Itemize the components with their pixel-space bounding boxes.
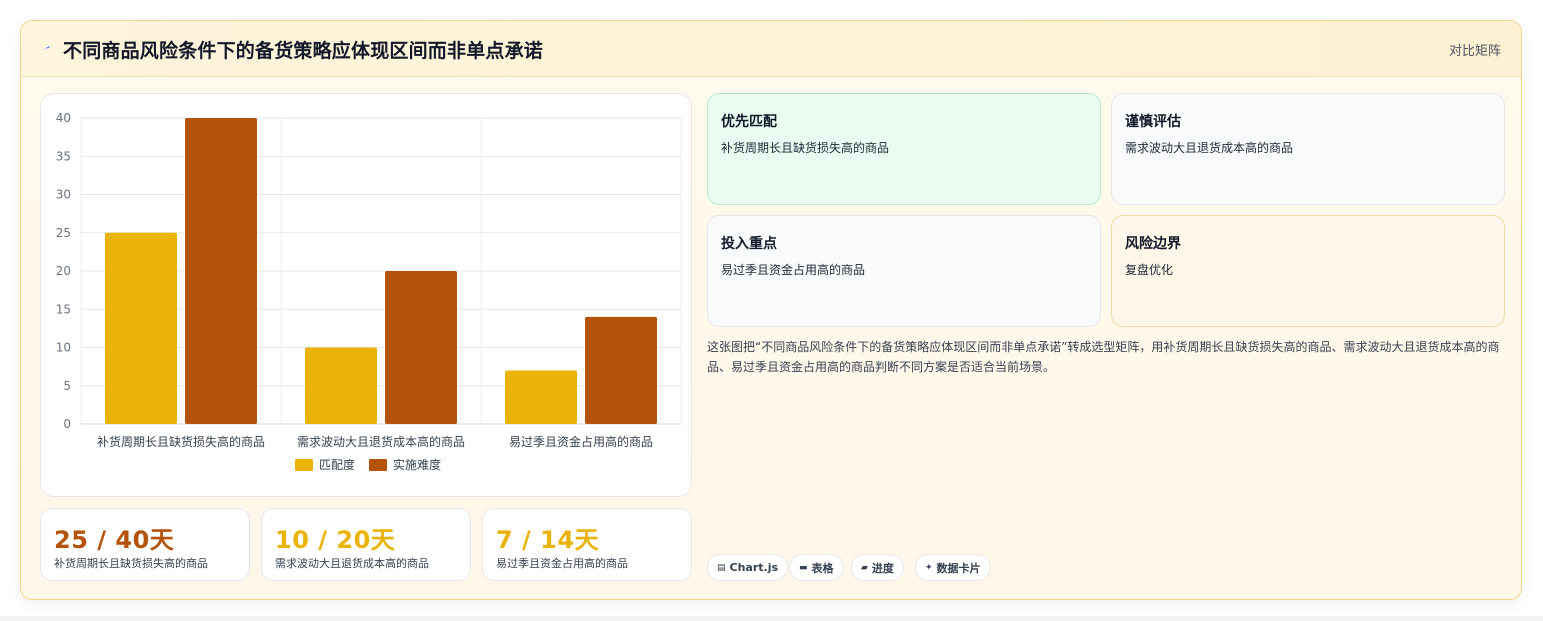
tag-data-card[interactable]: ✦ 数据卡片 [915,554,991,581]
quadrant-risk-boundary[interactable]: 风险边界 复盘优化 [1111,215,1505,327]
page-bottom-strip [0,616,1543,621]
quadrant-title: 优先匹配 [721,114,777,130]
tag-label: 进度 [871,561,894,575]
stat-label-3: 易过季且资金占用高的商品 [496,557,628,570]
legend-swatch [369,459,387,471]
bar [385,271,457,424]
y-tick-label: 10 [56,341,71,355]
y-tick-label: 30 [56,188,71,202]
y-tick-label: 0 [63,417,71,431]
x-tick-label: 需求波动大且退货成本高的商品 [297,434,465,449]
stat-value-1: 25 / 40天 [54,526,175,554]
quadrant-title: 风险边界 [1125,236,1181,252]
bar [105,232,177,424]
comparison-panel: 不同商品风险条件下的备货策略应体现区间而非单点承诺 对比矩阵 0 5 10 15 20 2… [20,20,1522,600]
quadrant-desc: 需求波动大且退货成本高的商品 [1125,141,1294,155]
y-tick-label: 20 [56,264,71,278]
sparkle-icon: ✦ [925,562,933,573]
tag-label: 表格 [811,561,834,575]
stat-card-2: 10 / 20天 需求波动大且退货成本高的商品 [261,508,471,581]
panel-header: 不同商品风险条件下的备货策略应体现区间而非单点承诺 对比矩阵 [21,21,1521,77]
y-tick-label: 25 [56,226,71,240]
x-tick-label: 易过季且资金占用高的商品 [509,434,653,449]
bar [185,118,257,424]
stat-label-1: 补货周期长且缺货损失高的商品 [54,557,208,570]
x-tick-label: 补货周期长且缺货损失高的商品 [97,434,265,449]
y-tick-label: 15 [56,302,71,316]
chart-icon: ▤ [717,562,726,573]
table-icon: ▬ [799,562,808,573]
stat-value-2: 10 / 20天 [275,526,396,554]
compare-matrix-link[interactable]: 对比矩阵 [1449,40,1501,59]
stat-card-3: 7 / 14天 易过季且资金占用高的商品 [482,508,692,581]
tag-label: 数据卡片 [936,561,981,575]
y-tick-label: 5 [63,379,71,393]
quadrant-title: 谨慎评估 [1125,114,1181,130]
progress-icon: ▰ [861,562,868,573]
legend-swatch [295,459,313,471]
y-tick-label: 40 [56,111,71,125]
bar [505,370,577,424]
legend-label: 匹配度 [319,457,355,472]
stat-card-1: 25 / 40天 补货周期长且缺货损失高的商品 [40,508,250,581]
legend-label: 实施难度 [393,457,441,472]
quadrant-desc: 易过季且资金占用高的商品 [721,263,866,277]
summary-text: 这张图把“不同商品风险条件下的备货策略应体现区间而非单点承诺”转成选型矩阵，用补… [707,340,1500,374]
y-tick-label: 35 [56,149,71,163]
stat-label-2: 需求波动大且退货成本高的商品 [275,557,429,570]
quadrant-investment-focus[interactable]: 投入重点 易过季且资金占用高的商品 [707,215,1101,327]
lightning-icon [42,44,54,51]
quadrant-priority-match[interactable]: 优先匹配 补货周期长且缺货损失高的商品 [707,93,1101,205]
tag-chartjs[interactable]: ▤ Chart.js [707,554,789,581]
quadrant-desc: 复盘优化 [1125,263,1174,277]
bar [585,316,657,424]
page-title: 不同商品风险条件下的备货策略应体现区间而非单点承诺 [63,40,544,62]
tag-table[interactable]: ▬ 表格 [789,554,844,581]
quadrant-title: 投入重点 [721,236,777,252]
bar-chart-card: 0 5 10 15 20 25 30 35 40 补货周期长且缺货损失高的商品 需求波动大且退货成本… [40,93,692,497]
stat-value-3: 7 / 14天 [496,526,600,554]
quadrant-careful-evaluate[interactable]: 谨慎评估 需求波动大且退货成本高的商品 [1111,93,1505,205]
tag-label: Chart.js [729,561,779,574]
bar-chart: 0 5 10 15 20 25 30 35 40 补货周期长且缺货损失高的商品 需求波动大且退货成本… [56,111,682,472]
bar [305,347,377,424]
quadrant-desc: 补货周期长且缺货损失高的商品 [721,141,890,155]
tag-progress[interactable]: ▰ 进度 [851,554,904,581]
